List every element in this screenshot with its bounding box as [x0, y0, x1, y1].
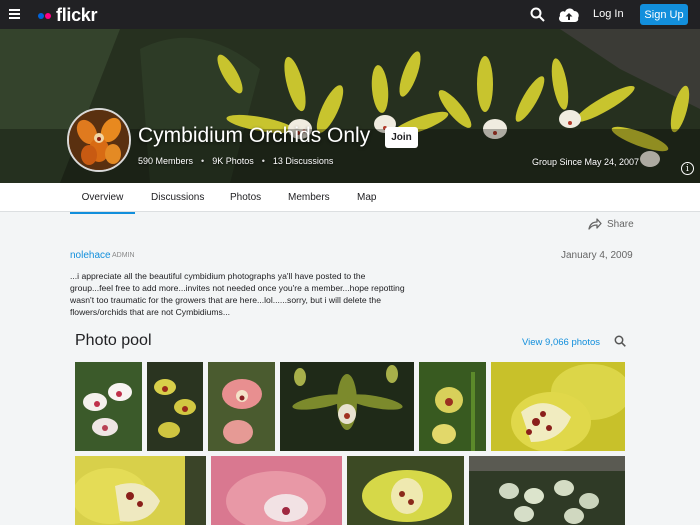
- tab-discussions[interactable]: Discussions: [151, 192, 204, 203]
- pool-photo-image: [347, 456, 464, 525]
- pool-photo[interactable]: [208, 362, 275, 451]
- signup-button[interactable]: Sign Up: [640, 4, 688, 25]
- share-label: Share: [607, 218, 634, 230]
- group-avatar[interactable]: [67, 108, 131, 172]
- tab-overview[interactable]: Overview: [70, 192, 135, 214]
- join-button[interactable]: Join: [385, 127, 418, 148]
- pool-photo-image: [75, 456, 206, 525]
- pool-photo-image: [469, 456, 625, 525]
- login-link[interactable]: Log In: [593, 8, 624, 20]
- logo-text: flickr: [56, 5, 98, 25]
- members-count[interactable]: 590 Members: [138, 156, 193, 166]
- group-since-date: Group Since May 24, 2007: [532, 157, 640, 167]
- pool-photo[interactable]: [147, 362, 203, 451]
- pool-photo[interactable]: [419, 362, 486, 451]
- stats-separator: •: [261, 156, 265, 166]
- menu-icon[interactable]: [9, 9, 20, 19]
- group-stats: 590 Members • 9K Photos • 13 Discussions: [138, 156, 333, 166]
- tab-photos[interactable]: Photos: [230, 192, 261, 203]
- pool-photo-image: [211, 456, 342, 525]
- post-date: January 4, 2009: [561, 250, 633, 261]
- group-avatar-image: [69, 110, 129, 170]
- pool-photo[interactable]: [75, 362, 142, 451]
- photo-pool-title: Photo pool: [75, 332, 152, 349]
- tab-members[interactable]: Members: [288, 192, 330, 203]
- view-photos-link[interactable]: View 9,066 photos: [522, 337, 600, 348]
- pool-photo-image: [75, 362, 142, 451]
- pool-photo-image: [147, 362, 203, 451]
- pool-photo[interactable]: [347, 456, 464, 525]
- pool-photo-image: [280, 362, 414, 451]
- tab-map[interactable]: Map: [357, 192, 376, 203]
- logo-pink-dot: [45, 12, 51, 19]
- upload-cloud-icon[interactable]: [558, 6, 580, 23]
- share-button[interactable]: Share: [588, 218, 634, 230]
- post-author-link[interactable]: nolehace: [70, 250, 111, 261]
- group-description: ...i appreciate all the beautiful cymbid…: [70, 271, 405, 317]
- top-navigation-bar: flickr Log In Sign Up: [0, 0, 700, 29]
- pool-photo[interactable]: [280, 362, 414, 451]
- group-tabs: Overview Discussions Photos Members Map: [0, 183, 700, 214]
- flickr-logo[interactable]: flickr: [38, 5, 98, 26]
- pool-photo-image: [419, 362, 486, 451]
- pool-photo[interactable]: [469, 456, 625, 525]
- photos-count[interactable]: 9K Photos: [212, 156, 254, 166]
- pool-photo-image: [491, 362, 625, 451]
- info-icon[interactable]: i: [681, 162, 694, 175]
- stats-separator: •: [201, 156, 205, 166]
- group-title: Cymbidium Orchids Only: [138, 124, 371, 147]
- discussions-count[interactable]: 13 Discussions: [273, 156, 334, 166]
- pool-photo[interactable]: [211, 456, 342, 525]
- search-pool-icon[interactable]: [614, 335, 626, 347]
- pool-photo[interactable]: [75, 456, 206, 525]
- share-arrow-icon: [588, 218, 602, 230]
- search-icon[interactable]: [530, 7, 545, 22]
- logo-blue-dot: [38, 12, 44, 19]
- pool-photo-image: [208, 362, 275, 451]
- pool-photo[interactable]: [491, 362, 625, 451]
- author-role-badge: ADMIN: [112, 252, 135, 259]
